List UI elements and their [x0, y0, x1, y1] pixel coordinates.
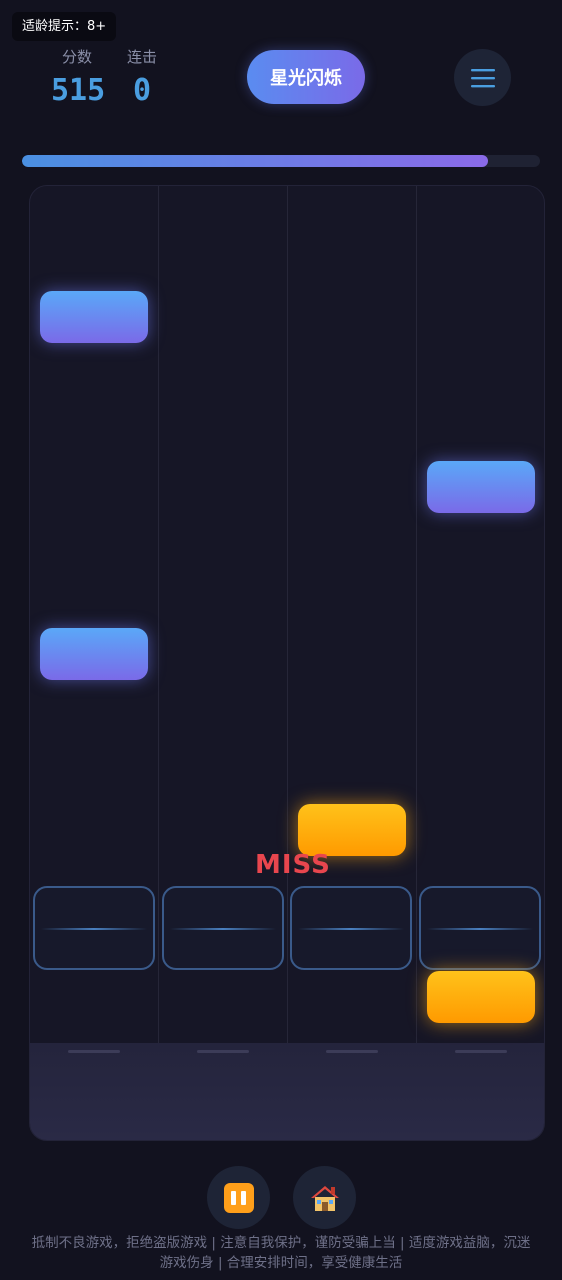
- lane-marker: [326, 1050, 378, 1053]
- pause-icon: [223, 1182, 254, 1213]
- pause-button[interactable]: [207, 1166, 270, 1229]
- note-tile-blue[interactable]: [40, 628, 148, 680]
- home-icon: [310, 1185, 339, 1211]
- lane-divider: [287, 186, 288, 1140]
- lane-divider: [158, 186, 159, 1140]
- combo-label: 连击: [127, 48, 158, 66]
- lane-marker: [68, 1050, 120, 1053]
- lane-divider: [416, 186, 417, 1140]
- hit-pad-lane-4[interactable]: [419, 886, 541, 970]
- touch-zone[interactable]: [30, 1043, 544, 1140]
- health-notice: 抵制不良游戏，拒绝盗版游戏 | 注意自我保护，谨防受骗上当 | 适度游戏益脑，沉…: [0, 1233, 562, 1273]
- hit-pad-lane-3[interactable]: [290, 886, 412, 970]
- game-screen: 适龄提示：8+ 分数 515 连击 0 星光闪烁 MISS 抵制不良游戏，拒绝盗…: [0, 0, 562, 1280]
- menu-button[interactable]: [454, 49, 511, 106]
- age-rating-badge: 适龄提示：8+: [12, 12, 117, 41]
- note-tile-blue[interactable]: [427, 461, 535, 513]
- lane-marker: [455, 1050, 507, 1053]
- song-title-button[interactable]: 星光闪烁: [247, 50, 365, 104]
- combo-value: 0: [133, 73, 152, 108]
- score-value: 515: [51, 73, 106, 108]
- score-label: 分数: [62, 48, 93, 66]
- note-tile-gold[interactable]: [427, 971, 535, 1023]
- hit-pad-lane-2[interactable]: [162, 886, 284, 970]
- note-tile-gold[interactable]: [298, 804, 406, 856]
- health-notice-line: 抵制不良游戏，拒绝盗版游戏 | 注意自我保护，谨防受骗上当 | 适度游戏益脑，沉…: [31, 1235, 531, 1251]
- hamburger-menu-icon: [470, 68, 495, 87]
- game-board[interactable]: MISS: [29, 185, 545, 1141]
- note-tile-blue[interactable]: [40, 291, 148, 343]
- home-button[interactable]: [293, 1166, 356, 1229]
- judgement-text: MISS: [255, 850, 331, 880]
- lane-marker: [197, 1050, 249, 1053]
- hit-pad-lane-1[interactable]: [33, 886, 155, 970]
- song-progress-bar: [22, 155, 540, 167]
- song-progress-fill: [22, 155, 489, 167]
- health-notice-line: 游戏伤身 | 合理安排时间，享受健康生活: [159, 1255, 403, 1271]
